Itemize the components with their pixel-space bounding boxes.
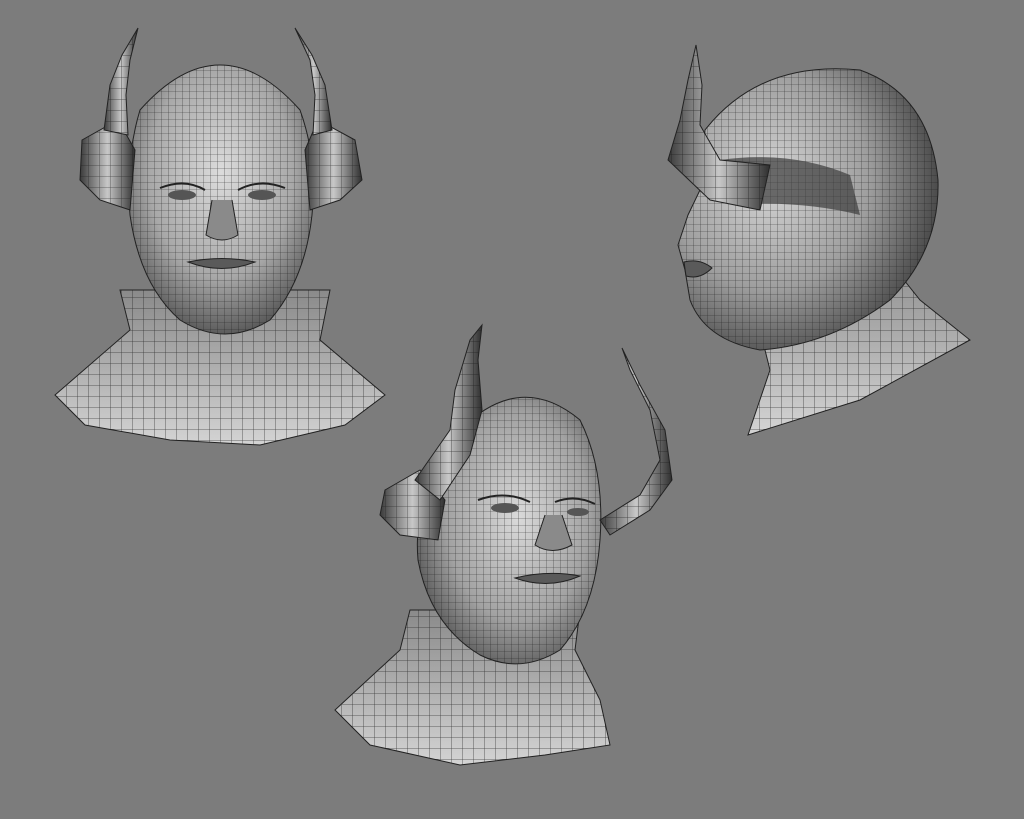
render-image [54,27,971,766]
three-quarter-view-model [334,323,673,766]
front-view-model [54,27,386,446]
side-view-model [667,44,971,436]
viewport-canvas [0,0,1024,819]
